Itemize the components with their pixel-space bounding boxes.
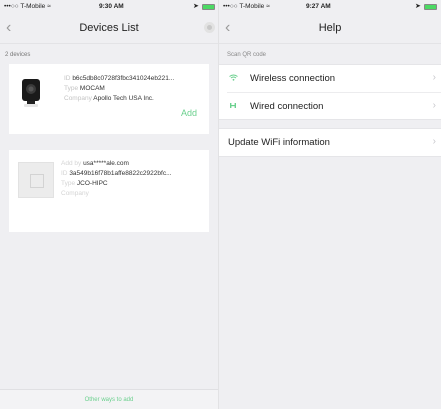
help-screen: •••○○ T-Mobile ≈ 9:27 AM ➤ ‹ Help Scan Q… [218, 0, 441, 409]
device-card[interactable]: ID b6c5db8c0728f3fbc341024eb221... Type … [9, 64, 209, 134]
company-label: Company [64, 95, 92, 102]
wireless-connection-label: Wireless connection [250, 73, 336, 84]
status-time: 9:27 AM [306, 3, 331, 10]
added-by-label: Add by [61, 160, 82, 167]
update-wifi-item[interactable]: Update WiFi information › [219, 129, 441, 156]
device-company: Apollo Tech USA Inc. [93, 95, 154, 102]
camera-thumbnail [20, 78, 42, 113]
carrier-text: •••○○ T-Mobile ≈ [4, 3, 51, 10]
wireless-connection-item[interactable]: Wireless connection › [219, 65, 441, 92]
scan-qr-label: Scan QR code [227, 52, 267, 58]
gear-icon[interactable] [204, 22, 215, 33]
device-type: JCO-HIPC [76, 180, 108, 187]
wired-connection-label: Wired connection [250, 101, 324, 112]
location-icon: ➤ [415, 3, 421, 10]
id-label: ID [61, 170, 68, 177]
chevron-right-icon: › [432, 136, 436, 147]
company-label: Company [61, 190, 89, 197]
carrier-text: •••○○ T-Mobile ≈ [223, 3, 270, 10]
nav-bar: ‹ Devices List [0, 14, 218, 44]
chevron-right-icon: › [432, 72, 436, 83]
device-id: 3a549b16f78b1affe8822c2922bfc... [69, 170, 172, 177]
update-wifi-label: Update WiFi information [228, 137, 330, 148]
type-label: Type [61, 180, 76, 187]
page-title: Help [318, 22, 342, 34]
added-by-value: usa*****ale.com [83, 160, 129, 167]
device-count: 2 devices [5, 52, 31, 58]
update-list: Update WiFi information › [219, 128, 441, 157]
status-bar: •••○○ T-Mobile ≈ 9:30 AM ➤ [0, 0, 218, 14]
battery-icon [202, 4, 215, 10]
ethernet-icon [229, 102, 237, 111]
devices-list-screen: •••○○ T-Mobile ≈ 9:30 AM ➤ ‹ Devices Lis… [0, 0, 218, 409]
status-bar: •••○○ T-Mobile ≈ 9:27 AM ➤ [219, 0, 441, 14]
battery-icon [424, 4, 437, 10]
device-id: b6c5db8c0728f3fbc341024eb221... [72, 75, 175, 82]
device-card[interactable]: Add by usa*****ale.com ID 3a549b16f78b1a… [9, 150, 209, 232]
other-ways-to-add-link[interactable]: Other ways to add [0, 389, 218, 409]
add-button[interactable]: Add [181, 108, 197, 118]
device-type: MOCAM [79, 85, 105, 92]
id-label: ID [64, 75, 71, 82]
page-title: Devices List [79, 22, 139, 34]
connection-list: Wireless connection › Wired connection › [219, 64, 441, 120]
wifi-icon [229, 74, 238, 83]
device-placeholder-image [18, 162, 54, 198]
location-icon: ➤ [193, 3, 199, 10]
wired-connection-item[interactable]: Wired connection › [227, 92, 441, 119]
status-time: 9:30 AM [99, 3, 124, 10]
type-label: Type [64, 85, 79, 92]
chevron-right-icon: › [432, 100, 436, 111]
nav-bar: ‹ Help [219, 14, 441, 44]
